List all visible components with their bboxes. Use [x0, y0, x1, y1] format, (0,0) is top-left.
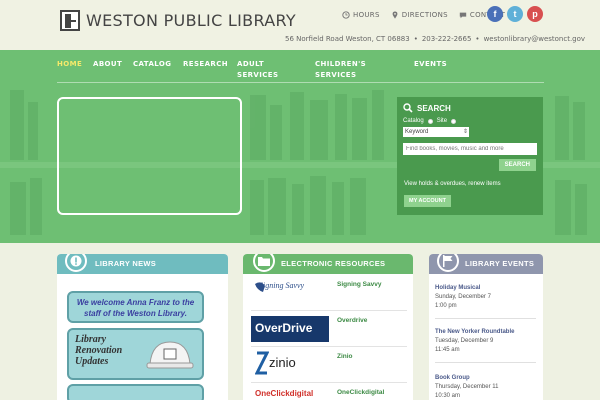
library-events-panel: LIBRARY EVENTS Holiday Musical Sunday, D…: [429, 254, 543, 400]
event-date: Tuesday, December 9: [435, 338, 494, 344]
news-item-renovation[interactable]: Library Renovation Updates: [67, 328, 204, 380]
map-pin-icon: [392, 11, 398, 19]
nav-adult-services[interactable]: ADULT SERVICES: [237, 59, 295, 81]
search-button[interactable]: SEARCH: [498, 159, 536, 171]
electronic-resources-header: ELECTRONIC RESOURCES: [243, 254, 413, 274]
directions-label: DIRECTIONS: [401, 11, 448, 19]
news-item-welcome[interactable]: We welcome Anna Franz to the staff of th…: [67, 291, 204, 323]
site-title[interactable]: WESTON PUBLIC LIBRARY: [86, 11, 296, 30]
library-news-title: LIBRARY NEWS: [95, 259, 157, 268]
library-logo-icon[interactable]: [60, 10, 80, 31]
nav-childrens-services[interactable]: CHILDREN'S SERVICES: [315, 59, 383, 81]
resource-name: Signing Savvy: [337, 281, 382, 288]
radio-catalog-label: Catalog: [403, 118, 424, 124]
logo-text: zinio: [269, 355, 296, 370]
featured-slideshow[interactable]: [57, 97, 242, 215]
phone-number[interactable]: 203-222-2665: [422, 35, 472, 43]
news-item-more[interactable]: [67, 384, 204, 400]
library-events-title: LIBRARY EVENTS: [465, 259, 535, 268]
zinio-logo: zinio: [251, 350, 329, 376]
nav-catalog[interactable]: CATALOG: [133, 59, 171, 70]
search-type-select[interactable]: Keyword ⇕: [403, 127, 469, 137]
radio-catalog[interactable]: [427, 118, 433, 124]
nav-home[interactable]: HOME: [57, 59, 82, 70]
divider: [435, 318, 536, 319]
overdrive-logo: OverDrive: [251, 316, 329, 342]
search-type-value: Keyword: [405, 129, 429, 135]
zinio-z-icon: [255, 351, 269, 375]
alert-icon: [65, 254, 87, 272]
electronic-resources-title: ELECTRONIC RESOURCES: [281, 259, 386, 268]
separator: •: [413, 35, 418, 43]
search-input[interactable]: [403, 143, 537, 155]
logo-text: Signing Savvy: [259, 281, 305, 290]
pinterest-icon[interactable]: p: [527, 6, 543, 22]
divider: [435, 362, 536, 363]
search-panel: SEARCH Catalog Site Keyword ⇕ SEARCH Vie…: [397, 97, 543, 215]
search-scope: Catalog Site: [403, 118, 537, 124]
my-account-button[interactable]: MY ACCOUNT: [404, 195, 451, 207]
separator: •: [475, 35, 480, 43]
signing-savvy-logo: Signing Savvy: [251, 278, 329, 304]
event-item: Book Group Thursday, December 11 10:30 a…: [435, 374, 498, 400]
event-title[interactable]: The New Yorker Roundtable: [435, 328, 514, 337]
utility-links: HOURS DIRECTIONS CONTACT: [342, 11, 505, 19]
logo-text: OneClickdigital: [255, 389, 314, 398]
street-address: 56 Norfield Road Weston, CT 06883: [285, 35, 410, 43]
event-time: 11:45 am: [435, 347, 460, 353]
search-icon: [403, 103, 413, 113]
hard-hat-icon: [146, 341, 194, 369]
holds-link[interactable]: View holds & overdues, renew items: [404, 181, 501, 187]
radio-site[interactable]: [451, 118, 457, 124]
search-heading: SEARCH: [403, 103, 537, 113]
flag-icon: [437, 254, 459, 272]
hours-label: HOURS: [353, 11, 380, 19]
site-header: WESTON PUBLIC LIBRARY HOURS DIRECTIONS C…: [0, 0, 600, 50]
resource-name: Overdrive: [337, 317, 368, 324]
news-item-text: We welcome Anna Franz to the staff of th…: [76, 298, 195, 318]
email-link[interactable]: westonlibrary@westonct.gov: [484, 35, 586, 43]
address-bar: 56 Norfield Road Weston, CT 06883 • 203-22…: [285, 35, 585, 43]
event-item: Holiday Musical Sunday, December 7 1:00 …: [435, 284, 491, 311]
directions-link[interactable]: DIRECTIONS: [391, 11, 448, 19]
electronic-resources-panel: ELECTRONIC RESOURCES Signing Savvy Signi…: [243, 254, 413, 400]
event-date: Thursday, December 11: [435, 384, 499, 390]
nav-research[interactable]: RESEARCH: [183, 59, 228, 70]
hero-banner: HOME ABOUT CATALOG RESEARCH ADULT SERVIC…: [0, 50, 600, 243]
clock-icon: [342, 11, 350, 19]
event-title[interactable]: Holiday Musical: [435, 284, 491, 293]
resource-name: Zinio: [337, 353, 353, 360]
resource-name: OneClickdigital: [337, 389, 385, 396]
chevron-updown-icon: ⇕: [462, 129, 468, 135]
hours-link[interactable]: HOURS: [342, 11, 380, 19]
nav-about[interactable]: ABOUT: [93, 59, 122, 70]
chat-icon: [459, 12, 467, 19]
facebook-icon[interactable]: f: [487, 6, 503, 22]
event-item: The New Yorker Roundtable Tuesday, Decem…: [435, 328, 514, 355]
resource-overdrive[interactable]: OverDrive Overdrive: [251, 314, 407, 347]
library-news-panel: LIBRARY NEWS We welcome Anna Franz to th…: [57, 254, 228, 400]
oneclickdigital-logo: OneClickdigital: [251, 386, 329, 400]
event-time: 1:00 pm: [435, 303, 457, 309]
folder-icon: [253, 254, 275, 272]
library-news-header: LIBRARY NEWS: [57, 254, 228, 274]
social-links: f t p: [487, 6, 543, 22]
event-date: Sunday, December 7: [435, 294, 491, 300]
library-events-header: LIBRARY EVENTS: [429, 254, 543, 274]
search-title: SEARCH: [417, 103, 451, 113]
nav-events[interactable]: EVENTS: [414, 59, 447, 70]
main-nav: HOME ABOUT CATALOG RESEARCH ADULT SERVIC…: [57, 55, 544, 83]
logo-text: OverDrive: [255, 321, 313, 335]
twitter-icon[interactable]: t: [507, 6, 523, 22]
event-title[interactable]: Book Group: [435, 374, 498, 383]
event-time: 10:30 am: [435, 393, 461, 399]
resource-zinio[interactable]: zinio Zinio: [251, 350, 407, 383]
resource-signing-savvy[interactable]: Signing Savvy Signing Savvy: [251, 278, 407, 311]
resource-oneclickdigital[interactable]: OneClickdigital OneClickdigital: [251, 386, 407, 400]
radio-site-label: Site: [436, 118, 448, 124]
